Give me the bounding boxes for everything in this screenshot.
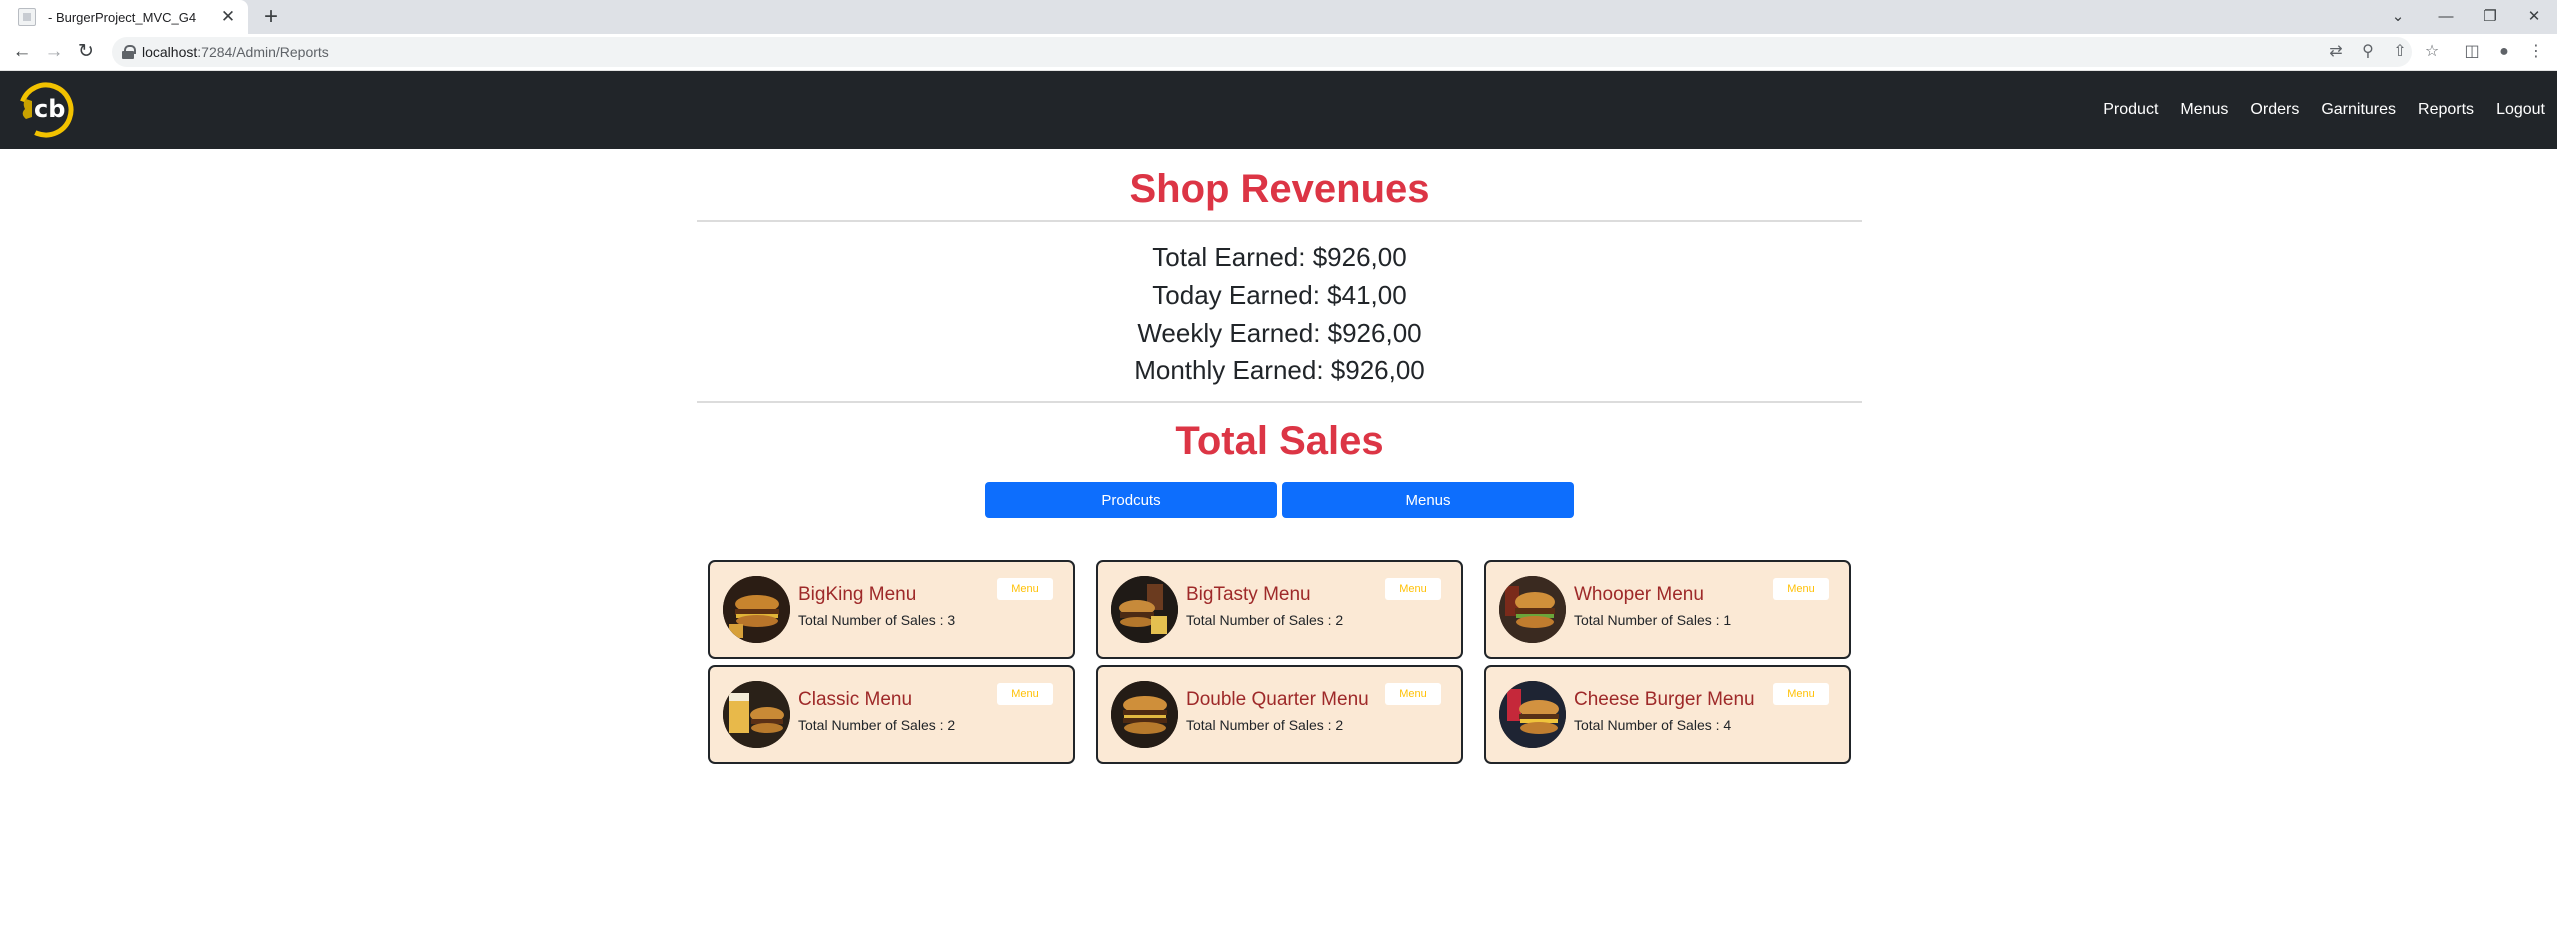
- new-tab-icon[interactable]: +: [258, 4, 284, 30]
- card-title: BigTasty Menu: [1186, 584, 1311, 605]
- weekly-earned: Weekly Earned: $926,00: [1137, 318, 1422, 348]
- sales-filter-buttons: Prodcuts Menus: [985, 482, 1574, 518]
- address-bar[interactable]: localhost:7284/Admin/Reports: [112, 37, 2412, 67]
- side-panel-icon[interactable]: ◫: [2458, 38, 2486, 66]
- menu-thumbnail: [1499, 576, 1566, 643]
- menu-badge: Menu: [997, 578, 1053, 600]
- browser-tab-active[interactable]: - BurgerProject_MVC_G4 ✕: [0, 0, 248, 34]
- nav-link-product[interactable]: Product: [2103, 101, 2158, 119]
- nav-link-orders[interactable]: Orders: [2250, 101, 2299, 119]
- today-earned: Today Earned: $41,00: [1152, 280, 1407, 310]
- nav-link-menus[interactable]: Menus: [2180, 101, 2228, 119]
- menu-badge: Menu: [997, 683, 1053, 705]
- menu-badge: Menu: [1385, 578, 1441, 600]
- menu-badge: Menu: [1385, 683, 1441, 705]
- share-icon[interactable]: ⇧: [2386, 38, 2414, 66]
- menu-thumbnail: [723, 576, 790, 643]
- zoom-icon[interactable]: ⚲: [2354, 38, 2382, 66]
- card-sales-count: Total Number of Sales : 2: [1186, 612, 1344, 628]
- nav-link-logout[interactable]: Logout: [2496, 101, 2545, 119]
- sales-card[interactable]: BigKing Menu Total Number of Sales : 3 M…: [708, 560, 1075, 659]
- card-sales-count: Total Number of Sales : 2: [798, 717, 956, 733]
- url-text: localhost:7284/Admin/Reports: [142, 44, 329, 60]
- back-arrow-icon[interactable]: ←: [8, 38, 36, 66]
- card-sales-count: Total Number of Sales : 3: [798, 612, 956, 628]
- forward-arrow-icon[interactable]: →: [40, 38, 68, 66]
- monthly-earned: Monthly Earned: $926,00: [1134, 355, 1425, 385]
- browser-menu-icon[interactable]: ⋮: [2522, 38, 2550, 66]
- total-sales-title: Total Sales: [1175, 419, 1384, 463]
- menu-thumbnail: [1111, 576, 1178, 643]
- site-navbar: cb Product Menus Orders Garnitures Repor…: [0, 71, 2557, 149]
- sales-card[interactable]: Classic Menu Total Number of Sales : 2 M…: [708, 665, 1075, 764]
- divider: [697, 220, 1862, 222]
- total-earned: Total Earned: $926,00: [1152, 242, 1407, 272]
- tab-search-icon[interactable]: ⌄: [2376, 0, 2420, 34]
- card-title: Classic Menu: [798, 689, 913, 710]
- translate-icon[interactable]: ⇄: [2322, 38, 2350, 66]
- menus-button[interactable]: Menus: [1282, 482, 1574, 518]
- card-title: Whooper Menu: [1574, 584, 1704, 605]
- nav-link-reports[interactable]: Reports: [2418, 101, 2474, 119]
- divider: [697, 401, 1862, 403]
- bookmark-star-icon[interactable]: ☆: [2418, 38, 2446, 66]
- browser-tabstrip: - BurgerProject_MVC_G4 ✕ + ⌄ — ❐ ✕: [0, 0, 2557, 34]
- tab-title: - BurgerProject_MVC_G4: [48, 9, 197, 25]
- svg-text:cb: cb: [34, 95, 65, 123]
- sales-card[interactable]: BigTasty Menu Total Number of Sales : 2 …: [1096, 560, 1463, 659]
- lock-icon: [122, 45, 136, 59]
- sales-card-grid: BigKing Menu Total Number of Sales : 3 M…: [708, 560, 1851, 764]
- sales-card[interactable]: Whooper Menu Total Number of Sales : 1 M…: [1484, 560, 1851, 659]
- products-button[interactable]: Prodcuts: [985, 482, 1277, 518]
- profile-avatar-icon[interactable]: ●: [2490, 38, 2518, 66]
- shop-revenues-title: Shop Revenues: [1129, 167, 1430, 211]
- menu-thumbnail: [723, 681, 790, 748]
- card-title: Double Quarter Menu: [1186, 689, 1369, 710]
- nav-links: Product Menus Orders Garnitures Reports …: [2103, 71, 2545, 149]
- card-sales-count: Total Number of Sales : 1: [1574, 612, 1732, 628]
- card-title: BigKing Menu: [798, 584, 917, 605]
- sales-card[interactable]: Cheese Burger Menu Total Number of Sales…: [1484, 665, 1851, 764]
- card-sales-count: Total Number of Sales : 2: [1186, 717, 1344, 733]
- browser-toolbar: ← → ↻ localhost:7284/Admin/Reports ⇄ ⚲ ⇧…: [0, 34, 2557, 71]
- close-tab-icon[interactable]: ✕: [218, 7, 238, 27]
- card-title: Cheese Burger Menu: [1574, 689, 1755, 710]
- close-window-icon[interactable]: ✕: [2512, 0, 2556, 34]
- sales-card[interactable]: Double Quarter Menu Total Number of Sale…: [1096, 665, 1463, 764]
- menu-thumbnail: [1111, 681, 1178, 748]
- menu-badge: Menu: [1773, 683, 1829, 705]
- reload-icon[interactable]: ↻: [72, 38, 100, 66]
- menu-thumbnail: [1499, 681, 1566, 748]
- restore-icon[interactable]: ❐: [2468, 0, 2512, 34]
- brand-logo[interactable]: cb: [16, 81, 76, 139]
- card-sales-count: Total Number of Sales : 4: [1574, 717, 1732, 733]
- menu-badge: Menu: [1773, 578, 1829, 600]
- page-favicon-icon: [18, 8, 36, 26]
- minimize-icon[interactable]: —: [2424, 0, 2468, 34]
- nav-link-garnitures[interactable]: Garnitures: [2321, 101, 2396, 119]
